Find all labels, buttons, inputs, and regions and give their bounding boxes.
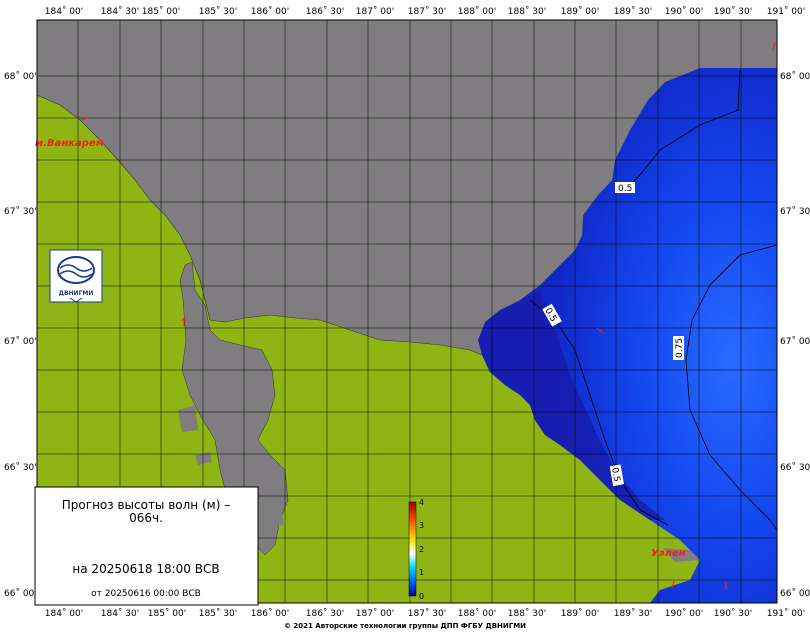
x-tick-label: 187˚ 00'	[356, 6, 394, 17]
x-tick-label: 190˚ 30'	[714, 608, 752, 619]
y-tick-label: 68˚ 00'	[780, 71, 810, 82]
y-axis-left: 68˚ 00' 67˚ 30' 67˚ 00' 66˚ 30' 66˚ 00'	[4, 71, 37, 599]
colorbar-tick: 0	[419, 592, 424, 601]
y-tick-label: 66˚ 00'	[780, 588, 810, 599]
x-tick-label: 186˚ 00'	[251, 6, 289, 17]
forecast-base-time: от 20250616 00:00 ВСВ	[91, 589, 201, 599]
y-tick-label: 67˚ 30'	[780, 206, 810, 217]
y-tick-label: 67˚ 30'	[4, 206, 37, 217]
x-tick-label: 185˚ 30'	[199, 6, 237, 17]
y-axis-right: 68˚ 00' 67˚ 30' 67˚ 00' 66˚ 30' 66˚ 00'	[780, 71, 810, 599]
contour-label: 0.5	[618, 184, 632, 194]
x-tick-label: 185˚ 30'	[199, 608, 237, 619]
colorbar-tick: 1	[419, 568, 424, 577]
x-tick-label: 189˚ 00'	[561, 608, 599, 619]
colorbar-scale	[408, 501, 417, 597]
x-tick-label: 184˚ 00'	[45, 608, 83, 619]
x-tick-label: 189˚ 30'	[614, 6, 652, 17]
dvnigmi-logo: ДВНИГМИ	[49, 249, 103, 303]
y-tick-label: 66˚ 30'	[4, 462, 37, 473]
colorbar-tick: 2	[419, 545, 424, 554]
x-tick-label: 188˚ 30'	[508, 6, 546, 17]
x-tick-label: 189˚ 00'	[561, 6, 599, 17]
y-tick-label: 68˚ 00'	[4, 71, 37, 82]
x-tick-label: 187˚ 00'	[356, 608, 394, 619]
forecast-valid-time: на 20250618 18:00 ВСВ	[72, 562, 219, 576]
forecast-info-box: Прогноз высоты волн (м) –066ч. на 202506…	[34, 486, 259, 606]
x-tick-label: 188˚ 30'	[508, 608, 546, 619]
wave-height-map: 0.5 0.5 0.5 0.75 м.Ванкарем Уэлен 184˚ 0…	[4, 6, 810, 630]
copyright-text: © 2021 Авторские технологии группы ДПП Ф…	[284, 622, 526, 630]
x-tick-label: 189˚ 30'	[614, 608, 652, 619]
contour-label: 0.75	[675, 338, 685, 358]
x-tick-label: 185˚ 00'	[142, 6, 180, 17]
x-tick-label: 184˚ 00'	[45, 6, 83, 17]
x-axis-top: 184˚ 00' 184˚ 30' 185˚ 00' 185˚ 30' 186˚…	[45, 6, 805, 17]
x-tick-label: 187˚ 30'	[408, 608, 446, 619]
x-tick-label: 188˚ 00'	[458, 608, 496, 619]
x-axis-bottom: 184˚ 00' 184˚ 30' 185˚ 00' 185˚ 30' 186˚…	[45, 608, 805, 619]
x-tick-label: 184˚ 30'	[101, 6, 139, 17]
colorbar-tick: 3	[419, 521, 424, 530]
x-tick-label: 186˚ 00'	[251, 608, 289, 619]
y-tick-label: 66˚ 30'	[780, 462, 810, 473]
x-tick-label: 190˚ 00'	[665, 608, 703, 619]
colorbar-tick: 4	[419, 498, 424, 507]
x-tick-label: 190˚ 00'	[665, 6, 703, 17]
x-tick-label: 184˚ 30'	[101, 608, 139, 619]
y-tick-label: 67˚ 00'	[780, 336, 810, 347]
x-tick-label: 188˚ 00'	[458, 6, 496, 17]
x-tick-label: 187˚ 30'	[408, 6, 446, 17]
x-tick-label: 190˚ 30'	[714, 6, 752, 17]
y-tick-label: 66˚ 00'	[4, 588, 37, 599]
x-tick-label: 186˚ 30'	[306, 608, 344, 619]
x-tick-label: 186˚ 30'	[306, 6, 344, 17]
place-label-vankarem: м.Ванкарем	[35, 138, 104, 149]
logo-text: ДВНИГМИ	[59, 290, 94, 297]
y-tick-label: 67˚ 00'	[4, 336, 37, 347]
place-label-uelen: Уэлен	[651, 548, 686, 559]
x-tick-label: 185˚ 00'	[148, 608, 186, 619]
x-tick-label: 191˚ 00'	[767, 608, 805, 619]
x-tick-label: 191˚ 00'	[767, 6, 805, 17]
